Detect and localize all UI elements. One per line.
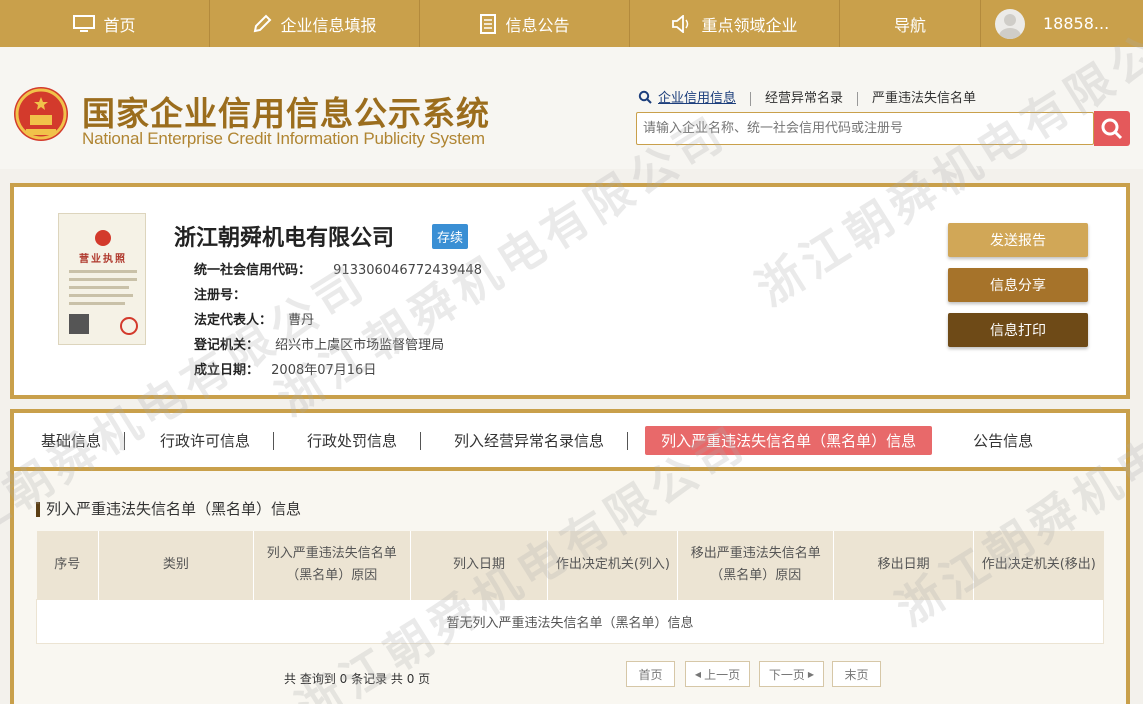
col-date-in: 列入日期 bbox=[410, 531, 549, 599]
nav-fill-label: 企业信息填报 bbox=[280, 15, 377, 35]
credit-code-label: 统一社会信用代码： bbox=[194, 263, 312, 278]
first-page-button[interactable]: 首页 bbox=[626, 661, 675, 687]
tab-abnormal[interactable]: 列入经营异常名录信息 bbox=[454, 430, 629, 451]
monitor-icon bbox=[73, 14, 96, 33]
founded-row: 成立日期： 2008年07月16日 bbox=[194, 359, 376, 378]
search-input[interactable] bbox=[636, 112, 1094, 145]
info-tabs: 基础信息 行政许可信息 行政处罚信息 列入经营异常名录信息 列入严重违法失信名单… bbox=[14, 413, 1126, 471]
prev-page-label: 上一页 bbox=[704, 667, 741, 682]
company-card: 营业执照 浙江朝舜机电有限公司 存续 统一社会信用代码： 91330604677… bbox=[10, 183, 1130, 399]
nav-fill[interactable]: 企业信息填报 bbox=[210, 0, 420, 47]
next-page-button[interactable]: 下一页 ▶ bbox=[759, 661, 824, 687]
authority-value: 绍兴市上虞区市场监督管理局 bbox=[275, 338, 445, 353]
founded-label: 成立日期： bbox=[194, 363, 260, 378]
col-authority-in: 作出决定机关(列入) bbox=[547, 531, 679, 599]
search-tabs: 企业信用信息 经营异常名录 严重违法失信名单 bbox=[638, 90, 990, 108]
status-badge: 存续 bbox=[432, 224, 469, 249]
next-page-label: 下一页 bbox=[768, 667, 805, 682]
pen-icon bbox=[252, 14, 272, 34]
avatar bbox=[995, 8, 1025, 39]
print-info-button[interactable]: 信息打印 bbox=[948, 313, 1088, 347]
tab-announcement[interactable]: 公告信息 bbox=[973, 430, 1033, 451]
founded-value: 2008年07月16日 bbox=[271, 363, 377, 378]
user-phone: 18858... bbox=[1043, 14, 1110, 33]
legal-rep-row: 法定代表人： 曹丹 bbox=[194, 309, 314, 328]
nav-key-enterprises[interactable]: 重点领域企业 bbox=[630, 0, 840, 47]
search-tab-blacklist[interactable]: 严重违法失信名单 bbox=[857, 92, 990, 106]
search-tab-abnormal[interactable]: 经营异常名录 bbox=[750, 92, 857, 106]
nav-key-label: 重点领域企业 bbox=[701, 15, 798, 35]
site-header: 国家企业信用信息公示系统 National Enterprise Credit … bbox=[0, 47, 1143, 169]
nav-guide[interactable]: 导航 bbox=[840, 0, 981, 47]
tab-license[interactable]: 行政许可信息 bbox=[160, 430, 275, 451]
legal-rep-value: 曹丹 bbox=[288, 313, 315, 328]
table-header-row: 序号 类别 列入严重违法失信名单（黑名单）原因 列入日期 作出决定机关(列入) … bbox=[36, 531, 1104, 599]
blacklist-table: 序号 类别 列入严重违法失信名单（黑名单）原因 列入日期 作出决定机关(列入) … bbox=[36, 531, 1104, 644]
pager-info: 共 查询到 0 条记录 共 0 页 bbox=[284, 672, 431, 686]
national-emblem-icon bbox=[14, 87, 68, 141]
info-panel: 基础信息 行政许可信息 行政处罚信息 列入经营异常名录信息 列入严重违法失信名单… bbox=[10, 409, 1130, 704]
credit-code-row: 统一社会信用代码： 913306046772439448 bbox=[194, 259, 482, 278]
search-button[interactable] bbox=[1094, 111, 1130, 146]
credit-code-value: 913306046772439448 bbox=[333, 263, 483, 278]
top-nav: 首页 企业信息填报 信息公告 重点领域企业 导航 18858... bbox=[0, 0, 1143, 47]
legal-rep-label: 法定代表人： bbox=[194, 313, 273, 328]
empty-message: 暂无列入严重违法失信名单（黑名单）信息 bbox=[36, 598, 1104, 644]
document-icon bbox=[479, 13, 497, 34]
nav-notice-label: 信息公告 bbox=[505, 15, 570, 35]
col-reason-out: 移出严重违法失信名单（黑名单）原因 bbox=[677, 531, 835, 599]
send-report-button[interactable]: 发送报告 bbox=[948, 223, 1088, 257]
search-icon bbox=[638, 90, 652, 108]
license-label: 营业执照 bbox=[79, 254, 127, 265]
caret-right-icon: ▶ bbox=[807, 669, 815, 679]
section-title: 列入严重违法失信名单（黑名单）信息 bbox=[36, 502, 301, 517]
tab-basic[interactable]: 基础信息 bbox=[41, 430, 126, 451]
authority-label: 登记机关： bbox=[194, 338, 260, 353]
nav-home-label: 首页 bbox=[103, 15, 136, 35]
col-authority-out: 作出决定机关(移出) bbox=[973, 531, 1104, 599]
nav-guide-label: 导航 bbox=[893, 15, 926, 35]
company-name: 浙江朝舜机电有限公司 bbox=[174, 226, 395, 251]
system-subtitle: National Enterprise Credit Information P… bbox=[82, 129, 485, 148]
nav-home[interactable]: 首页 bbox=[0, 0, 210, 47]
col-date-out: 移出日期 bbox=[833, 531, 975, 599]
tab-penalty[interactable]: 行政处罚信息 bbox=[307, 430, 422, 451]
reg-number-label: 注册号： bbox=[194, 288, 247, 303]
search-tab-credit[interactable]: 企业信用信息 bbox=[652, 92, 750, 106]
col-reason-in: 列入严重违法失信名单（黑名单）原因 bbox=[253, 531, 411, 599]
business-license-image[interactable]: 营业执照 bbox=[58, 213, 146, 345]
table-row: 暂无列入严重违法失信名单（黑名单）信息 bbox=[36, 598, 1104, 644]
col-index: 序号 bbox=[36, 531, 99, 599]
col-category: 类别 bbox=[98, 531, 254, 599]
tab-blacklist[interactable]: 列入严重违法失信名单（黑名单）信息 bbox=[645, 425, 933, 455]
reg-number-row: 注册号： bbox=[194, 284, 246, 303]
system-title: 国家企业信用信息公示系统 bbox=[82, 94, 490, 133]
caret-left-icon: ◀ bbox=[694, 669, 702, 679]
nav-notice[interactable]: 信息公告 bbox=[420, 0, 630, 47]
magnifier-icon bbox=[1101, 118, 1123, 139]
user-menu[interactable]: 18858... bbox=[981, 0, 1143, 47]
speaker-icon bbox=[671, 14, 693, 33]
last-page-button[interactable]: 末页 bbox=[832, 661, 881, 687]
authority-row: 登记机关： 绍兴市上虞区市场监督管理局 bbox=[194, 334, 444, 353]
share-info-button[interactable]: 信息分享 bbox=[948, 268, 1088, 302]
prev-page-button[interactable]: ◀ 上一页 bbox=[685, 661, 750, 687]
